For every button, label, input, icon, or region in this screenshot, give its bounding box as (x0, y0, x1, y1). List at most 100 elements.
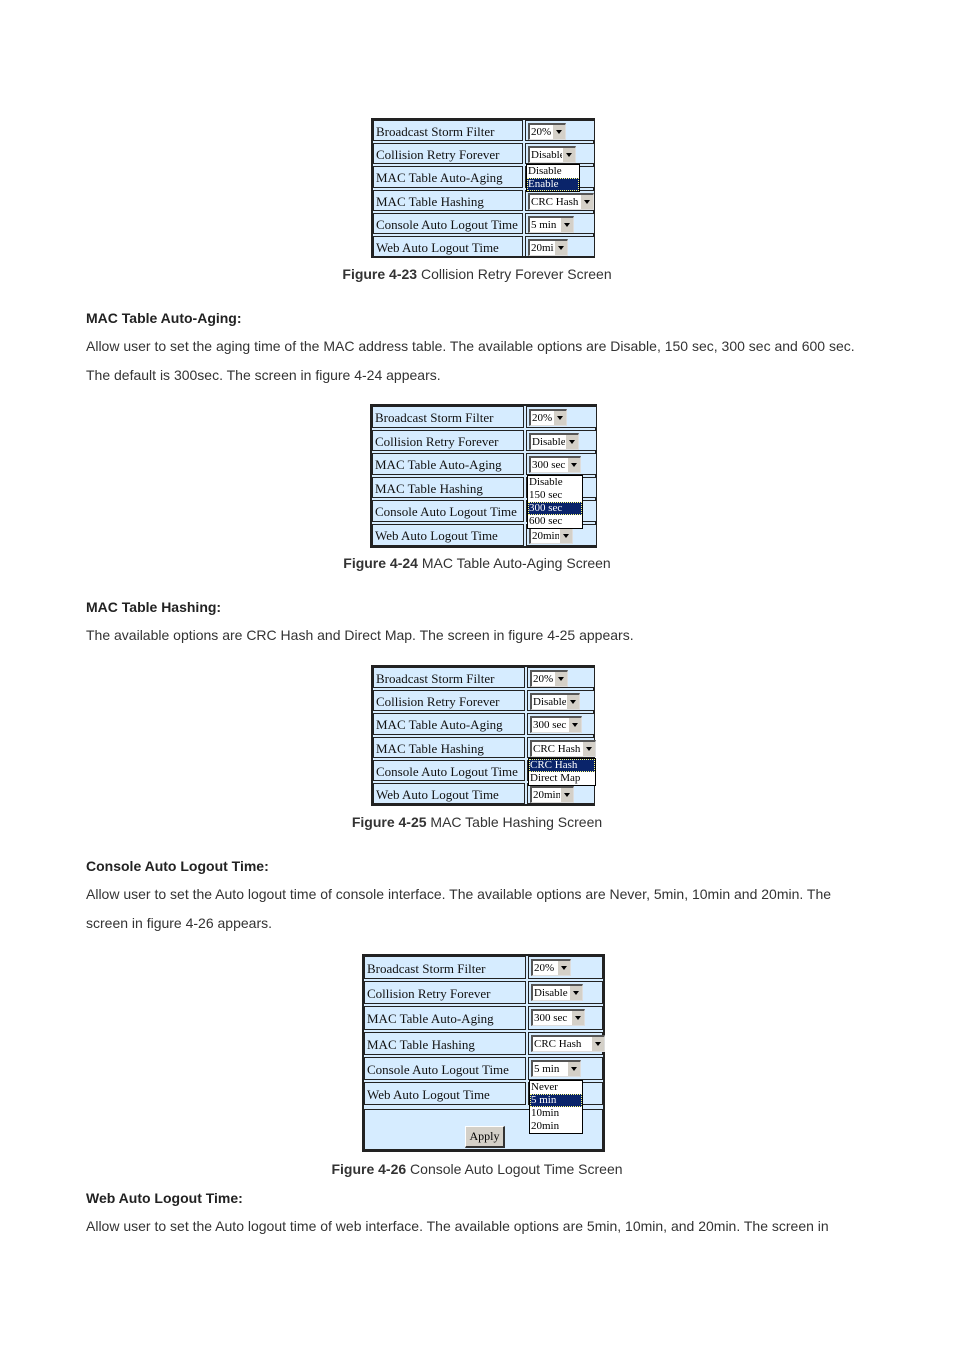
chevron-down-icon[interactable] (591, 1036, 604, 1051)
dropdown-option[interactable]: 150 sec (528, 489, 582, 502)
setting-select[interactable]: 20min (528, 239, 568, 256)
chevron-down-icon[interactable] (569, 986, 582, 1001)
setting-value-cell: Disable (528, 981, 603, 1005)
setting-select[interactable]: 20% (529, 409, 567, 426)
setting-label: MAC Table Auto-Aging (373, 713, 525, 735)
apply-button[interactable]: Apply (465, 1126, 505, 1149)
section-text-web: Allow user to set the Auto logout time o… (86, 1212, 886, 1241)
setting-select[interactable]: 5 min (531, 1059, 581, 1077)
dropdown-list: CRC Hash Direct Map (528, 757, 596, 786)
select-value: CRC Hash (533, 742, 581, 755)
chevron-down-icon[interactable] (580, 194, 593, 209)
setting-label: MAC Table Hashing (373, 189, 523, 211)
setting-label: MAC Table Auto-Aging (364, 1006, 526, 1030)
chevron-down-icon[interactable] (562, 148, 575, 163)
setting-label: MAC Table Hashing (364, 1031, 526, 1055)
chevron-down-icon[interactable] (560, 217, 573, 232)
dropdown-list: Never 5 min 10min 20min (529, 1080, 583, 1134)
dropdown-option[interactable]: 5 min (530, 1094, 582, 1107)
figure-4-25: Broadcast Storm Filter 20% Collision Retry… (371, 665, 596, 806)
dropdown-option[interactable]: Disable (528, 476, 582, 489)
select-value: 300 sec (532, 459, 566, 472)
caption-number: Figure 4-23 (342, 266, 418, 282)
setting-label: Console Auto Logout Time (373, 212, 523, 234)
caption-text: MAC Table Hashing Screen (426, 814, 603, 830)
select-value: 20% (534, 962, 555, 974)
figure-4-23-caption: Figure 4-23 Collision Retry Forever Scre… (0, 266, 954, 282)
chevron-down-icon[interactable] (582, 741, 595, 756)
chevron-down-icon[interactable] (560, 788, 573, 802)
setting-value-cell: 20% (525, 120, 595, 142)
setting-select[interactable]: 300 sec (530, 716, 582, 734)
chevron-down-icon[interactable] (567, 458, 580, 473)
settings-row: MAC Table Hashing CRC Hash (364, 1031, 605, 1055)
setting-label: MAC Table Hashing (373, 736, 525, 758)
chevron-down-icon[interactable] (552, 125, 565, 139)
dropdown-option[interactable]: 600 sec (528, 515, 582, 528)
settings-row: Web Auto Logout Time 20min (373, 783, 595, 806)
select-value: Disable (534, 987, 568, 1000)
setting-select[interactable]: CRC Hash (530, 739, 596, 757)
setting-select[interactable]: Disable (531, 984, 583, 1002)
paragraph-line: Allow user to set the aging time of the … (86, 338, 855, 354)
setting-select[interactable]: 20% (530, 670, 568, 687)
section-heading-aging: MAC Table Auto-Aging: (86, 310, 242, 326)
figure-4-26-caption: Figure 4-26 Console Auto Logout Time Scr… (0, 1161, 954, 1177)
chevron-down-icon[interactable] (553, 411, 566, 425)
setting-select[interactable]: Disable (529, 432, 579, 450)
setting-label: Web Auto Logout Time (372, 524, 524, 546)
dropdown-option[interactable]: Enable (527, 178, 579, 192)
chevron-down-icon[interactable] (565, 434, 578, 449)
chevron-down-icon[interactable] (557, 961, 570, 975)
setting-value-cell: 20% (527, 667, 595, 689)
chevron-down-icon[interactable] (568, 718, 581, 733)
setting-label: Console Auto Logout Time (373, 759, 525, 781)
dropdown-option[interactable]: Disable (527, 165, 579, 178)
setting-label: Broadcast Storm Filter (364, 956, 526, 980)
select-value: 20% (531, 126, 552, 138)
setting-value-cell: CRC Hash (527, 736, 596, 758)
caption-text: Console Auto Logout Time Screen (406, 1161, 623, 1177)
select-value: 20min (532, 530, 561, 542)
setting-select[interactable]: CRC Hash (528, 192, 594, 210)
dropdown-option[interactable]: Direct Map (529, 772, 595, 785)
dropdown-option[interactable]: Never (530, 1081, 582, 1094)
setting-value-cell: 20min (527, 783, 595, 805)
settings-row: Broadcast Storm Filter 20% (364, 956, 603, 980)
setting-label: Web Auto Logout Time (364, 1082, 526, 1106)
setting-label: Web Auto Logout Time (373, 783, 525, 805)
setting-select[interactable]: Disable (528, 146, 576, 164)
dropdown-option[interactable]: 20min (530, 1120, 582, 1133)
caption-number: Figure 4-26 (331, 1161, 407, 1177)
setting-select[interactable]: 20% (531, 959, 571, 976)
chevron-down-icon[interactable] (554, 241, 567, 255)
setting-select[interactable]: 20min (530, 786, 574, 803)
chevron-down-icon[interactable] (567, 1061, 580, 1076)
setting-select[interactable]: 5 min (528, 215, 574, 233)
setting-label: Console Auto Logout Time (364, 1056, 526, 1080)
chevron-down-icon[interactable] (559, 529, 572, 543)
dropdown-option[interactable]: CRC Hash (529, 758, 595, 772)
chevron-down-icon[interactable] (566, 695, 579, 710)
setting-select[interactable]: 20min (529, 527, 573, 544)
settings-row: MAC Table Hashing CRC Hash (373, 736, 596, 760)
dropdown-option[interactable]: 10min (530, 1107, 582, 1120)
setting-select[interactable]: CRC Hash (531, 1034, 605, 1052)
dropdown-option[interactable]: 300 sec (528, 501, 582, 515)
setting-value-cell: CRC Hash (528, 1031, 605, 1055)
section-heading-web: Web Auto Logout Time: (86, 1190, 243, 1206)
chevron-down-icon[interactable] (571, 1011, 584, 1026)
setting-select[interactable]: 300 sec (531, 1009, 585, 1027)
chevron-down-icon[interactable] (554, 672, 567, 686)
setting-value-cell: 20% (528, 956, 603, 980)
setting-label: MAC Table Hashing (372, 476, 524, 499)
setting-label: Collision Retry Forever (373, 143, 523, 165)
section-text-hashing: The available options are CRC Hash and D… (86, 621, 886, 650)
select-value: 20% (533, 673, 554, 685)
setting-value-cell: 20min (525, 236, 595, 258)
setting-select[interactable]: 20% (528, 123, 566, 140)
dropdown-list: Disable 150 sec 300 sec 600 sec (527, 474, 583, 529)
select-value: 20min (533, 789, 562, 801)
setting-select[interactable]: Disable (530, 693, 580, 711)
setting-select[interactable]: 300 sec (529, 456, 581, 474)
